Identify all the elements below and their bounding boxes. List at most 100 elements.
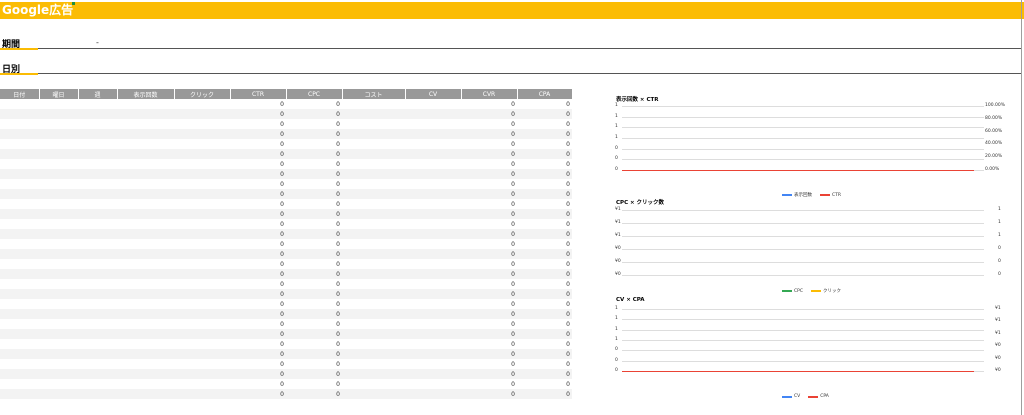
table-cell[interactable]	[342, 319, 405, 329]
table-cell[interactable]	[117, 209, 174, 219]
table-cell[interactable]	[342, 359, 405, 369]
table-cell[interactable]	[405, 309, 461, 319]
table-cell[interactable]	[117, 299, 174, 309]
table-cell[interactable]: 0	[517, 299, 572, 309]
table-cell[interactable]	[78, 359, 117, 369]
table-cell[interactable]	[174, 119, 230, 129]
table-cell[interactable]	[405, 229, 461, 239]
table-cell[interactable]: 0	[461, 219, 517, 229]
column-header[interactable]: CPC	[286, 89, 343, 99]
table-cell[interactable]	[174, 339, 230, 349]
table-cell[interactable]	[174, 239, 230, 249]
column-header[interactable]: CVR	[461, 89, 518, 99]
table-cell[interactable]	[405, 259, 461, 269]
table-cell[interactable]: 0	[286, 99, 342, 109]
table-cell[interactable]	[39, 199, 78, 209]
table-cell[interactable]	[342, 219, 405, 229]
table-cell[interactable]	[342, 269, 405, 279]
table-cell[interactable]	[342, 239, 405, 249]
table-cell[interactable]	[342, 259, 405, 269]
table-cell[interactable]	[342, 119, 405, 129]
table-cell[interactable]: 0	[286, 129, 342, 139]
table-cell[interactable]	[174, 219, 230, 229]
table-cell[interactable]	[174, 179, 230, 189]
table-cell[interactable]	[405, 109, 461, 119]
table-cell[interactable]: 0	[286, 279, 342, 289]
table-cell[interactable]: 0	[461, 159, 517, 169]
column-header[interactable]: CPA	[517, 89, 573, 99]
table-cell[interactable]	[117, 119, 174, 129]
table-cell[interactable]	[405, 359, 461, 369]
table-cell[interactable]: 0	[461, 249, 517, 259]
table-cell[interactable]	[405, 159, 461, 169]
table-cell[interactable]: 0	[517, 179, 572, 189]
table-cell[interactable]	[39, 219, 78, 229]
table-cell[interactable]	[342, 279, 405, 289]
table-cell[interactable]	[117, 309, 174, 319]
table-cell[interactable]	[0, 119, 39, 129]
table-cell[interactable]	[0, 149, 39, 159]
table-cell[interactable]: 0	[461, 239, 517, 249]
table-cell[interactable]	[78, 189, 117, 199]
table-cell[interactable]: 0	[286, 159, 342, 169]
table-cell[interactable]: 0	[517, 129, 572, 139]
table-cell[interactable]	[117, 269, 174, 279]
table-cell[interactable]	[117, 99, 174, 109]
table-cell[interactable]: 0	[286, 369, 342, 379]
table-cell[interactable]: 0	[461, 369, 517, 379]
table-cell[interactable]: 0	[230, 139, 286, 149]
table-cell[interactable]: 0	[230, 359, 286, 369]
table-cell[interactable]: 0	[517, 309, 572, 319]
table-cell[interactable]: 0	[230, 119, 286, 129]
table-cell[interactable]: 0	[461, 99, 517, 109]
table-cell[interactable]	[174, 369, 230, 379]
table-cell[interactable]	[342, 99, 405, 109]
table-cell[interactable]	[39, 279, 78, 289]
table-cell[interactable]	[39, 129, 78, 139]
table-cell[interactable]: 0	[461, 139, 517, 149]
table-cell[interactable]: 0	[230, 239, 286, 249]
table-cell[interactable]	[405, 379, 461, 389]
table-cell[interactable]	[0, 319, 39, 329]
table-cell[interactable]: 0	[286, 379, 342, 389]
table-cell[interactable]: 0	[286, 149, 342, 159]
table-cell[interactable]	[342, 249, 405, 259]
table-cell[interactable]	[174, 159, 230, 169]
table-cell[interactable]: 0	[286, 169, 342, 179]
table-cell[interactable]: 0	[461, 309, 517, 319]
table-cell[interactable]	[39, 229, 78, 239]
table-cell[interactable]: 0	[461, 259, 517, 269]
table-cell[interactable]: 0	[517, 269, 572, 279]
table-cell[interactable]: 0	[230, 269, 286, 279]
table-cell[interactable]	[405, 129, 461, 139]
table-cell[interactable]	[174, 229, 230, 239]
table-cell[interactable]: 0	[517, 359, 572, 369]
table-cell[interactable]: 0	[230, 169, 286, 179]
table-cell[interactable]: 0	[517, 389, 572, 399]
table-cell[interactable]	[342, 379, 405, 389]
table-cell[interactable]	[174, 149, 230, 159]
table-cell[interactable]	[39, 289, 78, 299]
table-cell[interactable]	[39, 339, 78, 349]
table-cell[interactable]: 0	[517, 249, 572, 259]
table-cell[interactable]	[405, 99, 461, 109]
table-cell[interactable]	[78, 169, 117, 179]
table-cell[interactable]: 0	[286, 139, 342, 149]
table-cell[interactable]: 0	[286, 389, 342, 399]
table-cell[interactable]: 0	[517, 239, 572, 249]
table-cell[interactable]	[405, 279, 461, 289]
table-cell[interactable]: 0	[230, 339, 286, 349]
table-cell[interactable]	[39, 159, 78, 169]
table-cell[interactable]: 0	[286, 269, 342, 279]
table-cell[interactable]	[117, 359, 174, 369]
table-cell[interactable]: 0	[230, 199, 286, 209]
table-cell[interactable]	[39, 319, 78, 329]
table-cell[interactable]	[78, 249, 117, 259]
table-cell[interactable]	[117, 349, 174, 359]
table-cell[interactable]: 0	[286, 199, 342, 209]
table-cell[interactable]: 0	[230, 129, 286, 139]
table-cell[interactable]: 0	[230, 289, 286, 299]
table-cell[interactable]	[174, 269, 230, 279]
table-cell[interactable]	[405, 149, 461, 159]
table-cell[interactable]	[342, 389, 405, 399]
